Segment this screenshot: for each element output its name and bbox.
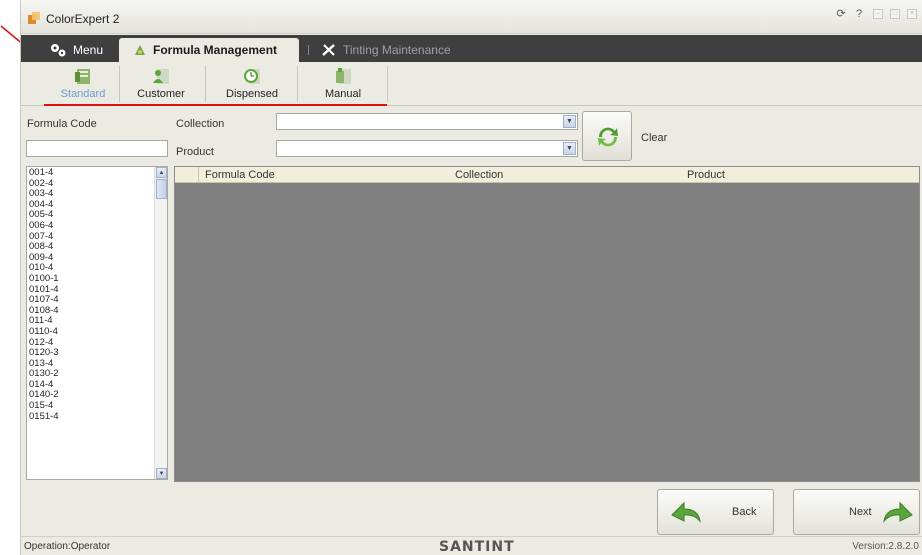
clear-button[interactable] <box>582 111 632 161</box>
formula-code-list[interactable]: 001-4 002-4 003-4 004-4 005-4 006-4 007-4 008-4… <box>26 166 168 480</box>
tab-tinting-maintenance-label: Tinting Maintenance <box>343 43 451 57</box>
app-window: ColorExpert 2 ⟳ ? – □ × Menu Formula Man… <box>20 0 922 555</box>
gears-icon <box>51 44 66 57</box>
subtab-dispensed[interactable]: Dispensed <box>212 66 292 100</box>
column-product[interactable]: Product <box>687 169 725 181</box>
subtab-divider <box>297 66 298 102</box>
subtab-dispensed-label: Dispensed <box>226 88 278 100</box>
scroll-up-icon[interactable]: ▲ <box>156 167 167 178</box>
annotation-underline <box>44 104 387 106</box>
back-label: Back <box>732 506 757 518</box>
chevron-down-icon[interactable]: ▼ <box>563 115 576 128</box>
help-icon[interactable]: ? <box>852 7 866 21</box>
column-collection[interactable]: Collection <box>455 169 503 181</box>
product-label: Product <box>176 146 214 158</box>
subtab-manual[interactable]: Manual <box>303 66 383 100</box>
clear-label: Clear <box>641 132 668 144</box>
refresh-icon[interactable]: ⟳ <box>834 7 848 21</box>
collection-label: Collection <box>176 118 225 130</box>
list-item[interactable]: 0100-1 <box>29 273 155 285</box>
operation-status: Operation:Operator <box>24 541 111 552</box>
tab-menu[interactable]: Menu <box>49 38 103 62</box>
grid-header-corner <box>175 167 199 182</box>
refresh-icon <box>598 127 618 147</box>
chevron-down-icon[interactable]: ▼ <box>563 142 576 155</box>
back-button[interactable]: Back <box>657 489 774 535</box>
formula-code-input[interactable] <box>26 140 168 157</box>
subtab-standard[interactable]: Standard <box>43 66 123 100</box>
customer-icon <box>153 69 169 84</box>
subtab-divider <box>119 66 120 102</box>
scroll-thumb[interactable] <box>156 179 167 199</box>
app-logo-icon <box>28 12 40 24</box>
santint-logo: SANTINT <box>439 539 515 555</box>
close-button[interactable]: × <box>907 9 917 19</box>
tab-formula-management-label: Formula Management <box>153 43 278 57</box>
maximize-button[interactable]: □ <box>890 9 900 19</box>
formula-results-grid[interactable]: Formula Code Collection Product <box>174 166 920 482</box>
subtab-divider <box>205 66 206 102</box>
product-select[interactable]: ▼ <box>276 140 578 157</box>
tab-tinting-maintenance[interactable]: Tinting Maintenance <box>321 38 451 62</box>
subtab-standard-label: Standard <box>60 88 106 100</box>
standard-icon <box>75 69 90 84</box>
next-arrow-icon <box>883 501 913 523</box>
list-item[interactable]: 006-4 <box>29 220 155 232</box>
version-label: Version:2.8.2.0 <box>852 541 919 552</box>
scroll-down-icon[interactable]: ▼ <box>156 468 167 479</box>
subtab-customer[interactable]: Customer <box>121 66 201 100</box>
app-title: ColorExpert 2 <box>46 12 120 26</box>
tools-icon <box>322 44 335 56</box>
manual-icon <box>336 68 351 84</box>
subtab-customer-label: Customer <box>137 88 185 100</box>
list-item[interactable]: 0151-4 <box>29 411 155 423</box>
next-label: Next <box>849 506 872 518</box>
tab-menu-label: Menu <box>73 43 104 57</box>
main-tab-bar: Menu Formula Management Tinting Maintena… <box>21 35 922 62</box>
formula-code-list-items: 001-4 002-4 003-4 004-4 005-4 006-4 007-4 008-4… <box>29 167 155 423</box>
next-button[interactable]: Next <box>793 489 920 535</box>
title-bar: ColorExpert 2 ⟳ ? – □ × <box>21 0 922 34</box>
clock-icon <box>244 69 260 84</box>
list-item[interactable]: 0110-4 <box>29 326 155 338</box>
subtab-divider <box>387 66 388 102</box>
grid-header: Formula Code Collection Product <box>175 167 919 183</box>
collection-select[interactable]: ▼ <box>276 113 578 130</box>
sub-toolbar: Standard Customer Dispensed Manual <box>21 62 922 106</box>
title-bar-controls: ⟳ ? – □ × <box>834 7 917 21</box>
formula-code-label: Formula Code <box>27 118 97 130</box>
formula-icon <box>135 45 145 55</box>
status-bar: Operation:Operator SANTINT Version:2.8.2… <box>21 536 922 555</box>
minimize-button[interactable]: – <box>873 9 883 19</box>
tab-formula-management[interactable]: Formula Management <box>119 38 299 62</box>
list-scrollbar[interactable]: ▲ ▼ <box>154 167 167 479</box>
back-arrow-icon <box>671 501 701 523</box>
list-item[interactable]: 001-4 <box>29 167 155 179</box>
column-formula-code[interactable]: Formula Code <box>205 169 275 181</box>
subtab-manual-label: Manual <box>324 88 362 100</box>
tab-divider <box>308 45 309 55</box>
